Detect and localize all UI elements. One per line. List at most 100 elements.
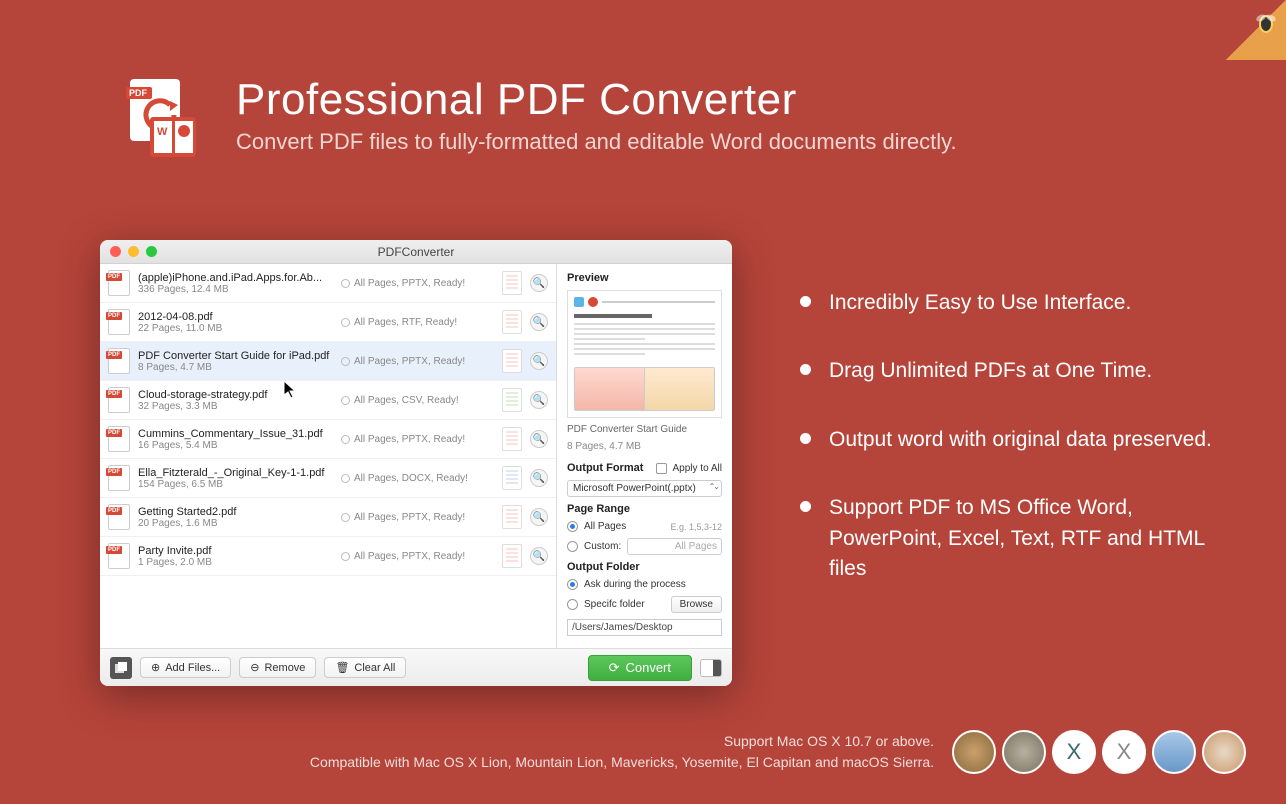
minimize-icon[interactable] xyxy=(128,246,139,257)
bullet-icon xyxy=(800,296,811,307)
feature-item: Drag Unlimited PDFs at One Time. xyxy=(800,356,1220,386)
file-row[interactable]: 2012-04-08.pdf22 Pages, 11.0 MBAll Pages… xyxy=(100,303,556,342)
all-pages-label: All Pages xyxy=(584,521,626,532)
pdf-file-icon xyxy=(108,270,130,296)
titlebar: PDFConverter xyxy=(100,240,732,264)
toggle-sidebar-button[interactable] xyxy=(700,659,722,677)
feature-list: Incredibly Easy to Use Interface. Drag Un… xyxy=(800,288,1220,623)
sidebar: Preview PDF Converter Start Guide 8 Page… xyxy=(557,264,732,648)
pdf-file-icon xyxy=(108,348,130,374)
file-row[interactable]: Getting Started2.pdf20 Pages, 1.6 MB All … xyxy=(100,498,556,537)
file-name: PDF Converter Start Guide for iPad.pdf xyxy=(138,350,333,362)
file-row[interactable]: Cloud-storage-strategy.pdf32 Pages, 3.3 … xyxy=(100,381,556,420)
specific-folder-radio[interactable] xyxy=(567,599,578,610)
file-status: All Pages, PPTX, Ready! xyxy=(341,278,494,289)
feature-item: Output word with original data preserved… xyxy=(800,425,1220,455)
file-name: 2012-04-08.pdf xyxy=(138,311,333,323)
file-row[interactable]: Party Invite.pdf1 Pages, 2.0 MBAll Pages… xyxy=(100,537,556,576)
file-status: All Pages, DOCX, Ready! xyxy=(341,473,494,484)
file-name: Party Invite.pdf xyxy=(138,545,333,557)
file-name: Ella_Fitzterald_-_Original_Key-1-1.pdf xyxy=(138,467,333,479)
plus-icon: ⊕ xyxy=(151,661,160,674)
file-meta: 8 Pages, 4.7 MB xyxy=(138,362,333,373)
ask-process-radio[interactable] xyxy=(567,579,578,590)
file-list: (apple)iPhone.and.iPad.Apps.for.Ab...336… xyxy=(100,264,557,648)
reveal-in-finder-button[interactable]: 🔍 xyxy=(530,313,548,331)
reveal-in-finder-button[interactable]: 🔍 xyxy=(530,274,548,292)
file-meta: 336 Pages, 12.4 MB xyxy=(138,284,333,295)
reveal-in-finder-button[interactable]: 🔍 xyxy=(530,430,548,448)
pdf-file-icon xyxy=(108,543,130,569)
output-path-input[interactable]: /Users/James/Desktop xyxy=(567,619,722,636)
reveal-in-finder-button[interactable]: 🔍 xyxy=(530,352,548,370)
feature-text: Support PDF to MS Office Word, PowerPoin… xyxy=(829,493,1220,584)
reveal-in-finder-button[interactable]: 🔍 xyxy=(530,469,548,487)
bullet-icon xyxy=(800,433,811,444)
file-meta: 16 Pages, 5.4 MB xyxy=(138,440,333,451)
feature-text: Drag Unlimited PDFs at One Time. xyxy=(829,356,1152,386)
add-files-button[interactable]: ⊕ Add Files... xyxy=(140,657,231,678)
feature-text: Output word with original data preserved… xyxy=(829,425,1212,455)
pdf-file-icon xyxy=(108,504,130,530)
folder-stack-icon[interactable] xyxy=(110,657,132,679)
file-name: Cloud-storage-strategy.pdf xyxy=(138,389,333,401)
footer-line-1: Support Mac OS X 10.7 or above. xyxy=(310,731,934,752)
file-row[interactable]: Ella_Fitzterald_-_Original_Key-1-1.pdf15… xyxy=(100,459,556,498)
custom-range-input[interactable]: All Pages xyxy=(627,538,722,555)
clear-all-button[interactable]: 🗑 Clear All xyxy=(324,657,406,678)
file-meta: 20 Pages, 1.6 MB xyxy=(138,518,333,529)
pdf-file-icon xyxy=(108,387,130,413)
feature-item: Support PDF to MS Office Word, PowerPoin… xyxy=(800,493,1220,584)
file-name: Getting Started2.pdf xyxy=(138,506,333,518)
custom-range-radio[interactable] xyxy=(567,541,578,552)
bee-icon xyxy=(1252,8,1280,36)
browse-button[interactable]: Browse xyxy=(671,596,722,613)
file-name: Cummins_Commentary_Issue_31.pdf xyxy=(138,428,333,440)
bullet-icon xyxy=(800,501,811,512)
page-range-label: Page Range xyxy=(567,503,722,515)
file-name: (apple)iPhone.and.iPad.Apps.for.Ab... xyxy=(138,272,333,284)
preview-label: Preview xyxy=(567,272,722,284)
file-status: All Pages, PPTX, Ready! xyxy=(341,434,494,445)
preview-thumbnail xyxy=(567,290,722,418)
refresh-icon: ⟳ xyxy=(609,660,620,676)
output-format-icon xyxy=(502,427,522,451)
remove-button[interactable]: ⊖ Remove xyxy=(239,657,316,678)
os-compatibility-icons: X X xyxy=(952,730,1246,774)
output-format-label: Output Format xyxy=(567,462,650,474)
zoom-icon[interactable] xyxy=(146,246,157,257)
file-status: All Pages, PPTX, Ready! xyxy=(341,356,494,367)
file-status: All Pages, CSV, Ready! xyxy=(341,395,494,406)
svg-text:PDF: PDF xyxy=(129,88,148,98)
bullet-icon xyxy=(800,364,811,375)
file-meta: 22 Pages, 11.0 MB xyxy=(138,323,333,334)
reveal-in-finder-button[interactable]: 🔍 xyxy=(530,391,548,409)
file-row[interactable]: Cummins_Commentary_Issue_31.pdf16 Pages,… xyxy=(100,420,556,459)
reveal-in-finder-button[interactable]: 🔍 xyxy=(530,547,548,565)
all-pages-radio[interactable] xyxy=(567,521,578,532)
file-row[interactable]: (apple)iPhone.and.iPad.Apps.for.Ab...336… xyxy=(100,264,556,303)
reveal-in-finder-button[interactable]: 🔍 xyxy=(530,508,548,526)
file-status: All Pages, PPTX, Ready! xyxy=(341,512,494,523)
page-range-hint: E.g. 1,5,3-12 xyxy=(670,522,722,532)
file-meta: 32 Pages, 3.3 MB xyxy=(138,401,333,412)
output-format-icon xyxy=(502,544,522,568)
window-title: PDFConverter xyxy=(100,245,732,259)
output-format-select[interactable]: Microsoft PowerPoint(.pptx) xyxy=(567,480,722,497)
file-row[interactable]: PDF Converter Start Guide for iPad.pdf8 … xyxy=(100,342,556,381)
pdf-file-icon xyxy=(108,465,130,491)
footer-line-2: Compatible with Mac OS X Lion, Mountain … xyxy=(310,752,934,773)
file-meta: 154 Pages, 6.5 MB xyxy=(138,479,333,490)
footer: Support Mac OS X 10.7 or above. Compatib… xyxy=(0,730,1246,774)
os-lion-icon xyxy=(952,730,996,774)
corner-badge xyxy=(1226,0,1286,60)
close-icon[interactable] xyxy=(110,246,121,257)
app-window: PDFConverter (apple)iPhone.and.iPad.Apps… xyxy=(100,240,732,686)
os-mountain-lion-icon xyxy=(1002,730,1046,774)
output-folder-label: Output Folder xyxy=(567,561,722,573)
feature-item: Incredibly Easy to Use Interface. xyxy=(800,288,1220,318)
os-yosemite-icon: X xyxy=(1102,730,1146,774)
page-subtitle: Convert PDF files to fully-formatted and… xyxy=(236,129,957,155)
apply-all-checkbox[interactable] xyxy=(656,463,667,474)
convert-button[interactable]: ⟳ Convert xyxy=(588,655,692,681)
